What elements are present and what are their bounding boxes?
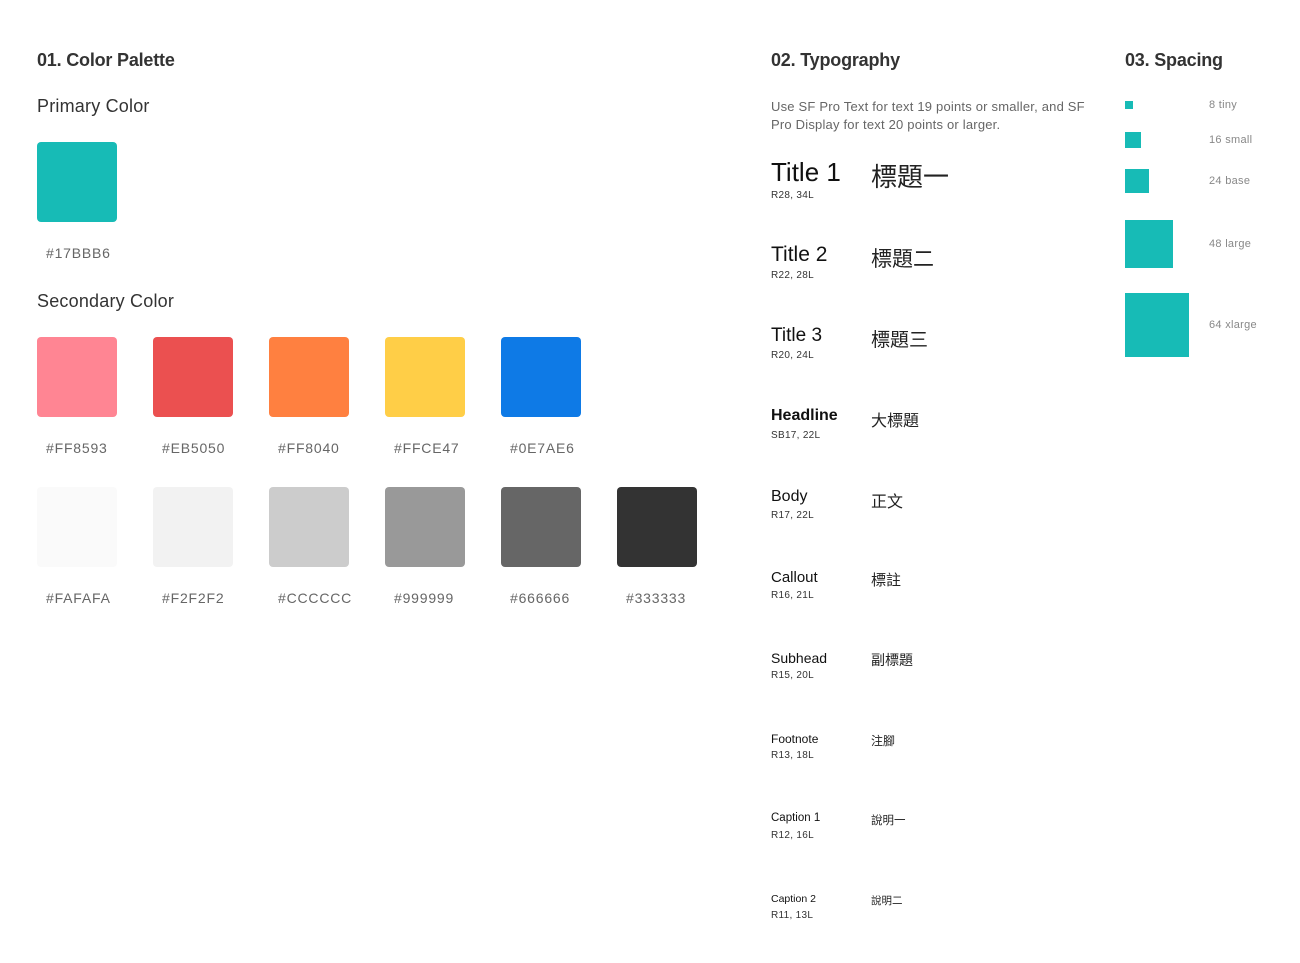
secondary-swatch-label: #0E7AE6 (510, 440, 575, 456)
typo-style-spec: R13, 18L (771, 750, 814, 761)
spacing-title: 03. Spacing (1125, 50, 1223, 70)
neutral-swatch (385, 487, 465, 567)
spacing-label: 8 tiny (1209, 99, 1238, 111)
neutral-swatch-label: #F2F2F2 (162, 590, 225, 606)
typo-style-cjk-sample: 說明二 (871, 895, 903, 907)
neutral-swatch (501, 487, 581, 567)
spacing-sample-box (1125, 132, 1141, 148)
typo-style-name: Caption 2 (771, 893, 816, 905)
neutral-swatch (617, 487, 697, 567)
typo-style-spec: R17, 22L (771, 510, 814, 521)
typo-style-cjk-sample: 大標題 (871, 413, 920, 430)
secondary-swatch (501, 337, 581, 417)
spacing-label: 48 large (1209, 238, 1252, 250)
color-palette-title: 01. Color Palette (37, 50, 175, 70)
typo-style-spec: SB17, 22L (771, 430, 821, 441)
typo-style-cjk-sample: 標題一 (871, 162, 950, 192)
typography-title: 02. Typography (771, 50, 900, 70)
secondary-swatch (153, 337, 233, 417)
neutral-swatch-label: #333333 (626, 590, 687, 606)
typo-style-name: Callout (771, 569, 818, 586)
neutral-swatch-label: #FAFAFA (46, 590, 111, 606)
typo-style-name: Subhead (771, 650, 828, 666)
typo-style-cjk-sample: 標題二 (871, 248, 934, 271)
spacing-sample-box (1125, 220, 1173, 268)
typo-style-spec: R15, 20L (771, 670, 814, 681)
primary-color-heading: Primary Color (37, 96, 150, 116)
spacing-label: 16 small (1209, 134, 1253, 146)
neutral-swatch-label: #666666 (510, 590, 571, 606)
typo-style-spec: R22, 28L (771, 270, 814, 281)
typo-style-cjk-sample: 副標題 (871, 652, 913, 668)
typo-style-cjk-sample: 標註 (871, 572, 902, 589)
typo-style-name: Body (771, 488, 808, 505)
typography-description: Use SF Pro Text for text 19 points or sm… (771, 99, 1085, 132)
secondary-swatch (269, 337, 349, 417)
secondary-swatch-label: #EB5050 (162, 440, 226, 456)
secondary-swatch-label: #FF8593 (46, 440, 108, 456)
spacing-sample-box (1125, 293, 1189, 357)
spacing-label: 64 xlarge (1209, 319, 1257, 331)
typo-style-spec: R12, 16L (771, 830, 814, 841)
spacing-label: 24 base (1209, 175, 1251, 187)
typo-style-cjk-sample: 標題三 (871, 330, 929, 351)
typo-style-name: Headline (771, 407, 838, 424)
typo-style-name: Title 2 (771, 243, 828, 266)
primary-swatch-label: #17BBB6 (46, 245, 111, 261)
neutral-swatch (269, 487, 349, 567)
typo-style-cjk-sample: 說明一 (871, 815, 906, 827)
secondary-swatch-label: #FFCE47 (394, 440, 460, 456)
neutral-swatch (37, 487, 117, 567)
typo-style-name: Title 3 (771, 325, 823, 346)
typo-style-cjk-sample: 注腳 (871, 734, 896, 748)
spacing-sample-box (1125, 169, 1149, 193)
typo-style-name: Footnote (771, 732, 819, 746)
typo-style-cjk-sample: 正文 (871, 494, 904, 511)
secondary-swatch-label: #FF8040 (278, 440, 340, 456)
spacing-sample-box (1125, 101, 1133, 109)
primary-swatch (37, 142, 117, 222)
neutral-swatch (153, 487, 233, 567)
neutral-swatch-label: #CCCCCC (278, 590, 353, 606)
typo-style-name: Title 1 (771, 157, 841, 187)
style-guide-page: 01. Color Palette Primary Color #17BBB6 … (0, 0, 1300, 963)
typo-style-spec: R28, 34L (771, 190, 814, 201)
typo-style-spec: R20, 24L (771, 350, 814, 361)
secondary-swatch (37, 337, 117, 417)
typo-style-name: Caption 1 (771, 812, 821, 824)
neutral-swatch-label: #999999 (394, 590, 455, 606)
secondary-color-heading: Secondary Color (37, 291, 175, 311)
secondary-swatch (385, 337, 465, 417)
typo-style-spec: R16, 21L (771, 590, 814, 601)
typo-style-spec: R11, 13L (771, 910, 814, 921)
